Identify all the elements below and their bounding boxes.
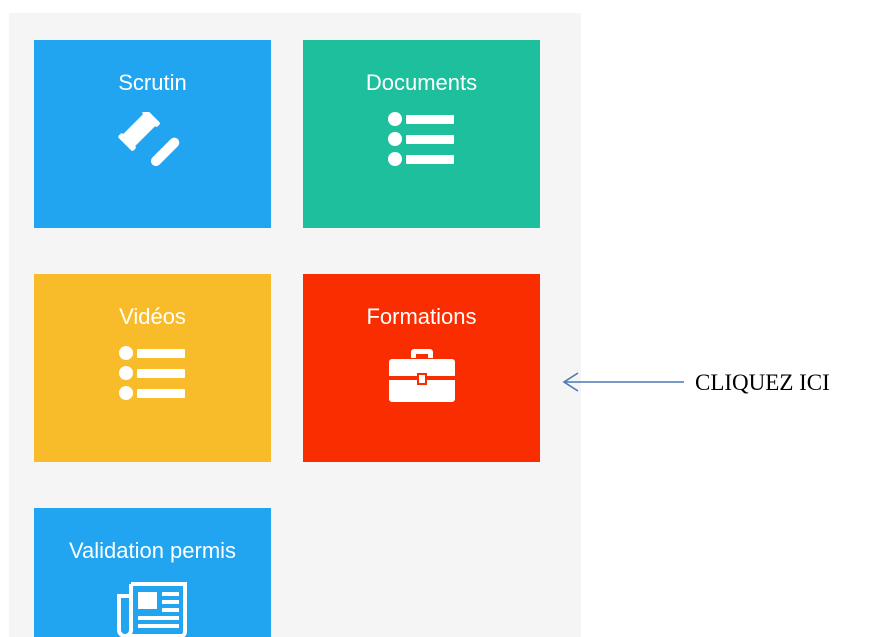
tile-validation-permis-label: Validation permis	[68, 538, 237, 563]
list-icon	[387, 112, 454, 166]
click-here-annotation: CLIQUEZ ICI	[695, 370, 830, 395]
tile-documents-label: Documents	[365, 70, 478, 95]
tile-formations[interactable]: Formations	[303, 274, 540, 462]
tile-videos-label: Vidéos	[119, 304, 186, 329]
tile-documents[interactable]: Documents	[303, 40, 540, 228]
tile-scrutin[interactable]: Scrutin	[34, 40, 271, 228]
tile-validation-permis[interactable]: Validation permis	[34, 508, 271, 637]
list-icon	[118, 346, 185, 400]
tile-formations-label: Formations	[366, 304, 477, 329]
briefcase-icon	[388, 349, 455, 402]
gavel-icon	[117, 112, 179, 167]
newspaper-icon	[116, 582, 187, 637]
tile-videos[interactable]: Vidéos	[34, 274, 271, 462]
left-arrow-icon	[562, 372, 684, 392]
tile-scrutin-label: Scrutin	[118, 70, 187, 95]
